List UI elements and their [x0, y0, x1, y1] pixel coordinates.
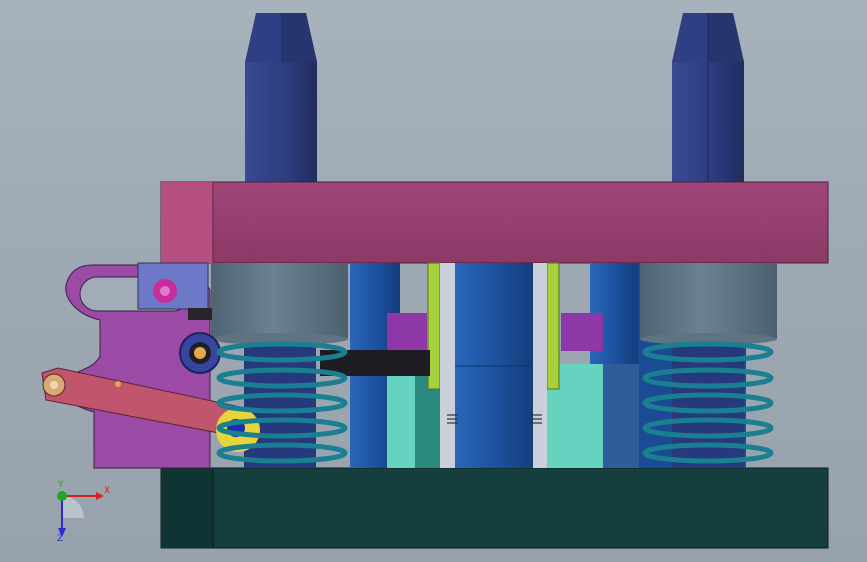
guide-post-right[interactable]	[672, 13, 744, 182]
upper-die-plate[interactable]	[160, 181, 829, 264]
cad-viewport[interactable]: X Y Z	[0, 0, 867, 562]
guide-bushing-right[interactable]	[640, 263, 777, 345]
purple-block-left[interactable]	[387, 313, 427, 351]
y-axis-label: Y	[58, 480, 64, 490]
stripper-bar-right[interactable]	[546, 262, 560, 390]
lower-die-plate[interactable]	[160, 467, 829, 549]
axis-triad: X Y Z	[44, 480, 114, 546]
die-set-model[interactable]	[0, 0, 867, 562]
purple-block-right[interactable]	[561, 313, 603, 351]
guide-bushing-left[interactable]	[211, 263, 348, 345]
x-axis-label: X	[104, 486, 111, 496]
guide-post-left[interactable]	[245, 13, 317, 182]
z-axis-label: Z	[57, 534, 64, 544]
